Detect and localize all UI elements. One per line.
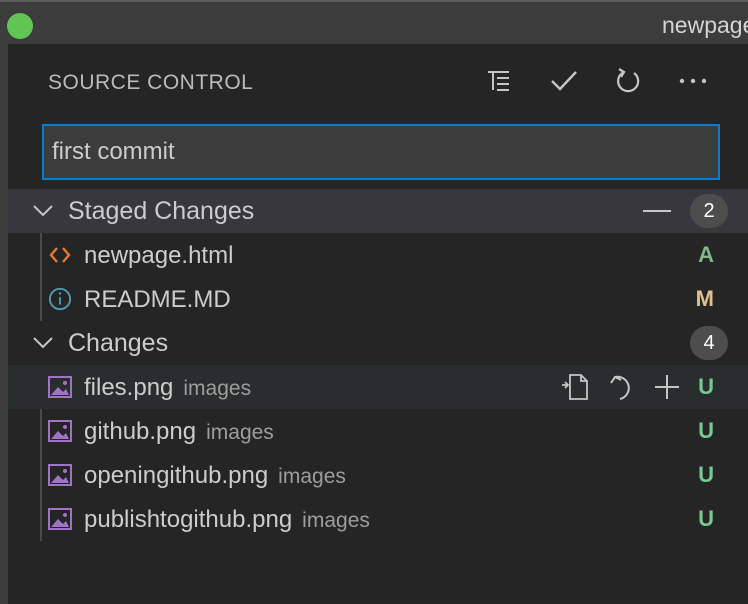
html-code-icon — [48, 243, 72, 267]
tree-view-icon — [488, 71, 509, 91]
window-close-button[interactable] — [7, 13, 33, 39]
window-title: newpage — [662, 12, 748, 38]
unstage-all-button[interactable] — [640, 194, 674, 228]
image-file-icon — [48, 507, 72, 531]
file-status-untracked: U — [698, 374, 714, 399]
refresh-icon — [617, 68, 640, 93]
panel-title: SOURCE CONTROL — [48, 71, 254, 94]
file-row-openingithub-png[interactable]: openingithub.png images U — [8, 453, 748, 497]
staged-changes-label: Staged Changes — [68, 196, 255, 225]
checkmark-icon — [551, 71, 577, 91]
info-icon — [48, 287, 72, 311]
more-actions-button[interactable] — [676, 64, 710, 98]
file-row-readme-md[interactable]: README.MD M — [8, 277, 748, 321]
source-control-panel: SOURCE CONTROL first commit Staged Chang… — [8, 44, 748, 604]
ellipsis-icon — [679, 78, 707, 84]
minus-icon — [643, 210, 671, 212]
image-file-icon — [48, 419, 72, 443]
staged-count-badge: 2 — [690, 194, 728, 228]
chevron-down-icon — [32, 321, 60, 365]
file-name: README.MD — [84, 286, 231, 313]
chevron-down-icon — [32, 189, 60, 233]
file-status-untracked: U — [698, 506, 714, 531]
image-file-icon — [48, 375, 72, 399]
file-name: openingithub.png images — [84, 462, 346, 489]
changes-header[interactable]: Changes 4 — [8, 321, 748, 365]
plus-icon — [655, 375, 679, 399]
file-row-newpage-html[interactable]: newpage.html A — [8, 233, 748, 277]
file-row-files-png[interactable]: files.png images U — [8, 365, 748, 409]
image-file-icon — [48, 463, 72, 487]
changes-label: Changes — [68, 328, 169, 357]
stage-changes-button[interactable] — [650, 370, 684, 404]
open-file-button[interactable] — [558, 370, 592, 404]
file-name: github.png images — [84, 418, 274, 445]
staged-changes-header[interactable]: Staged Changes 2 — [8, 189, 748, 233]
file-status-untracked: U — [698, 418, 714, 443]
refresh-button[interactable] — [611, 64, 645, 98]
file-name: files.png images — [84, 374, 252, 401]
discard-icon — [610, 375, 630, 400]
file-name: publishtogithub.png images — [84, 506, 370, 533]
commit-button[interactable] — [547, 64, 581, 98]
commit-message-input[interactable] — [42, 124, 720, 180]
file-name: newpage.html — [84, 242, 234, 269]
open-file-icon — [562, 374, 588, 400]
file-status-untracked: U — [698, 462, 714, 487]
file-status-modified: M — [695, 286, 714, 311]
file-status-added: A — [698, 242, 714, 267]
file-row-publishtogithub-png[interactable]: publishtogithub.png images U — [8, 497, 748, 541]
file-row-github-png[interactable]: github.png images U — [8, 409, 748, 453]
changes-count-badge: 4 — [690, 326, 728, 360]
view-as-tree-button[interactable] — [482, 64, 516, 98]
discard-changes-button[interactable] — [604, 370, 638, 404]
title-bar: newpage — [0, 0, 748, 44]
